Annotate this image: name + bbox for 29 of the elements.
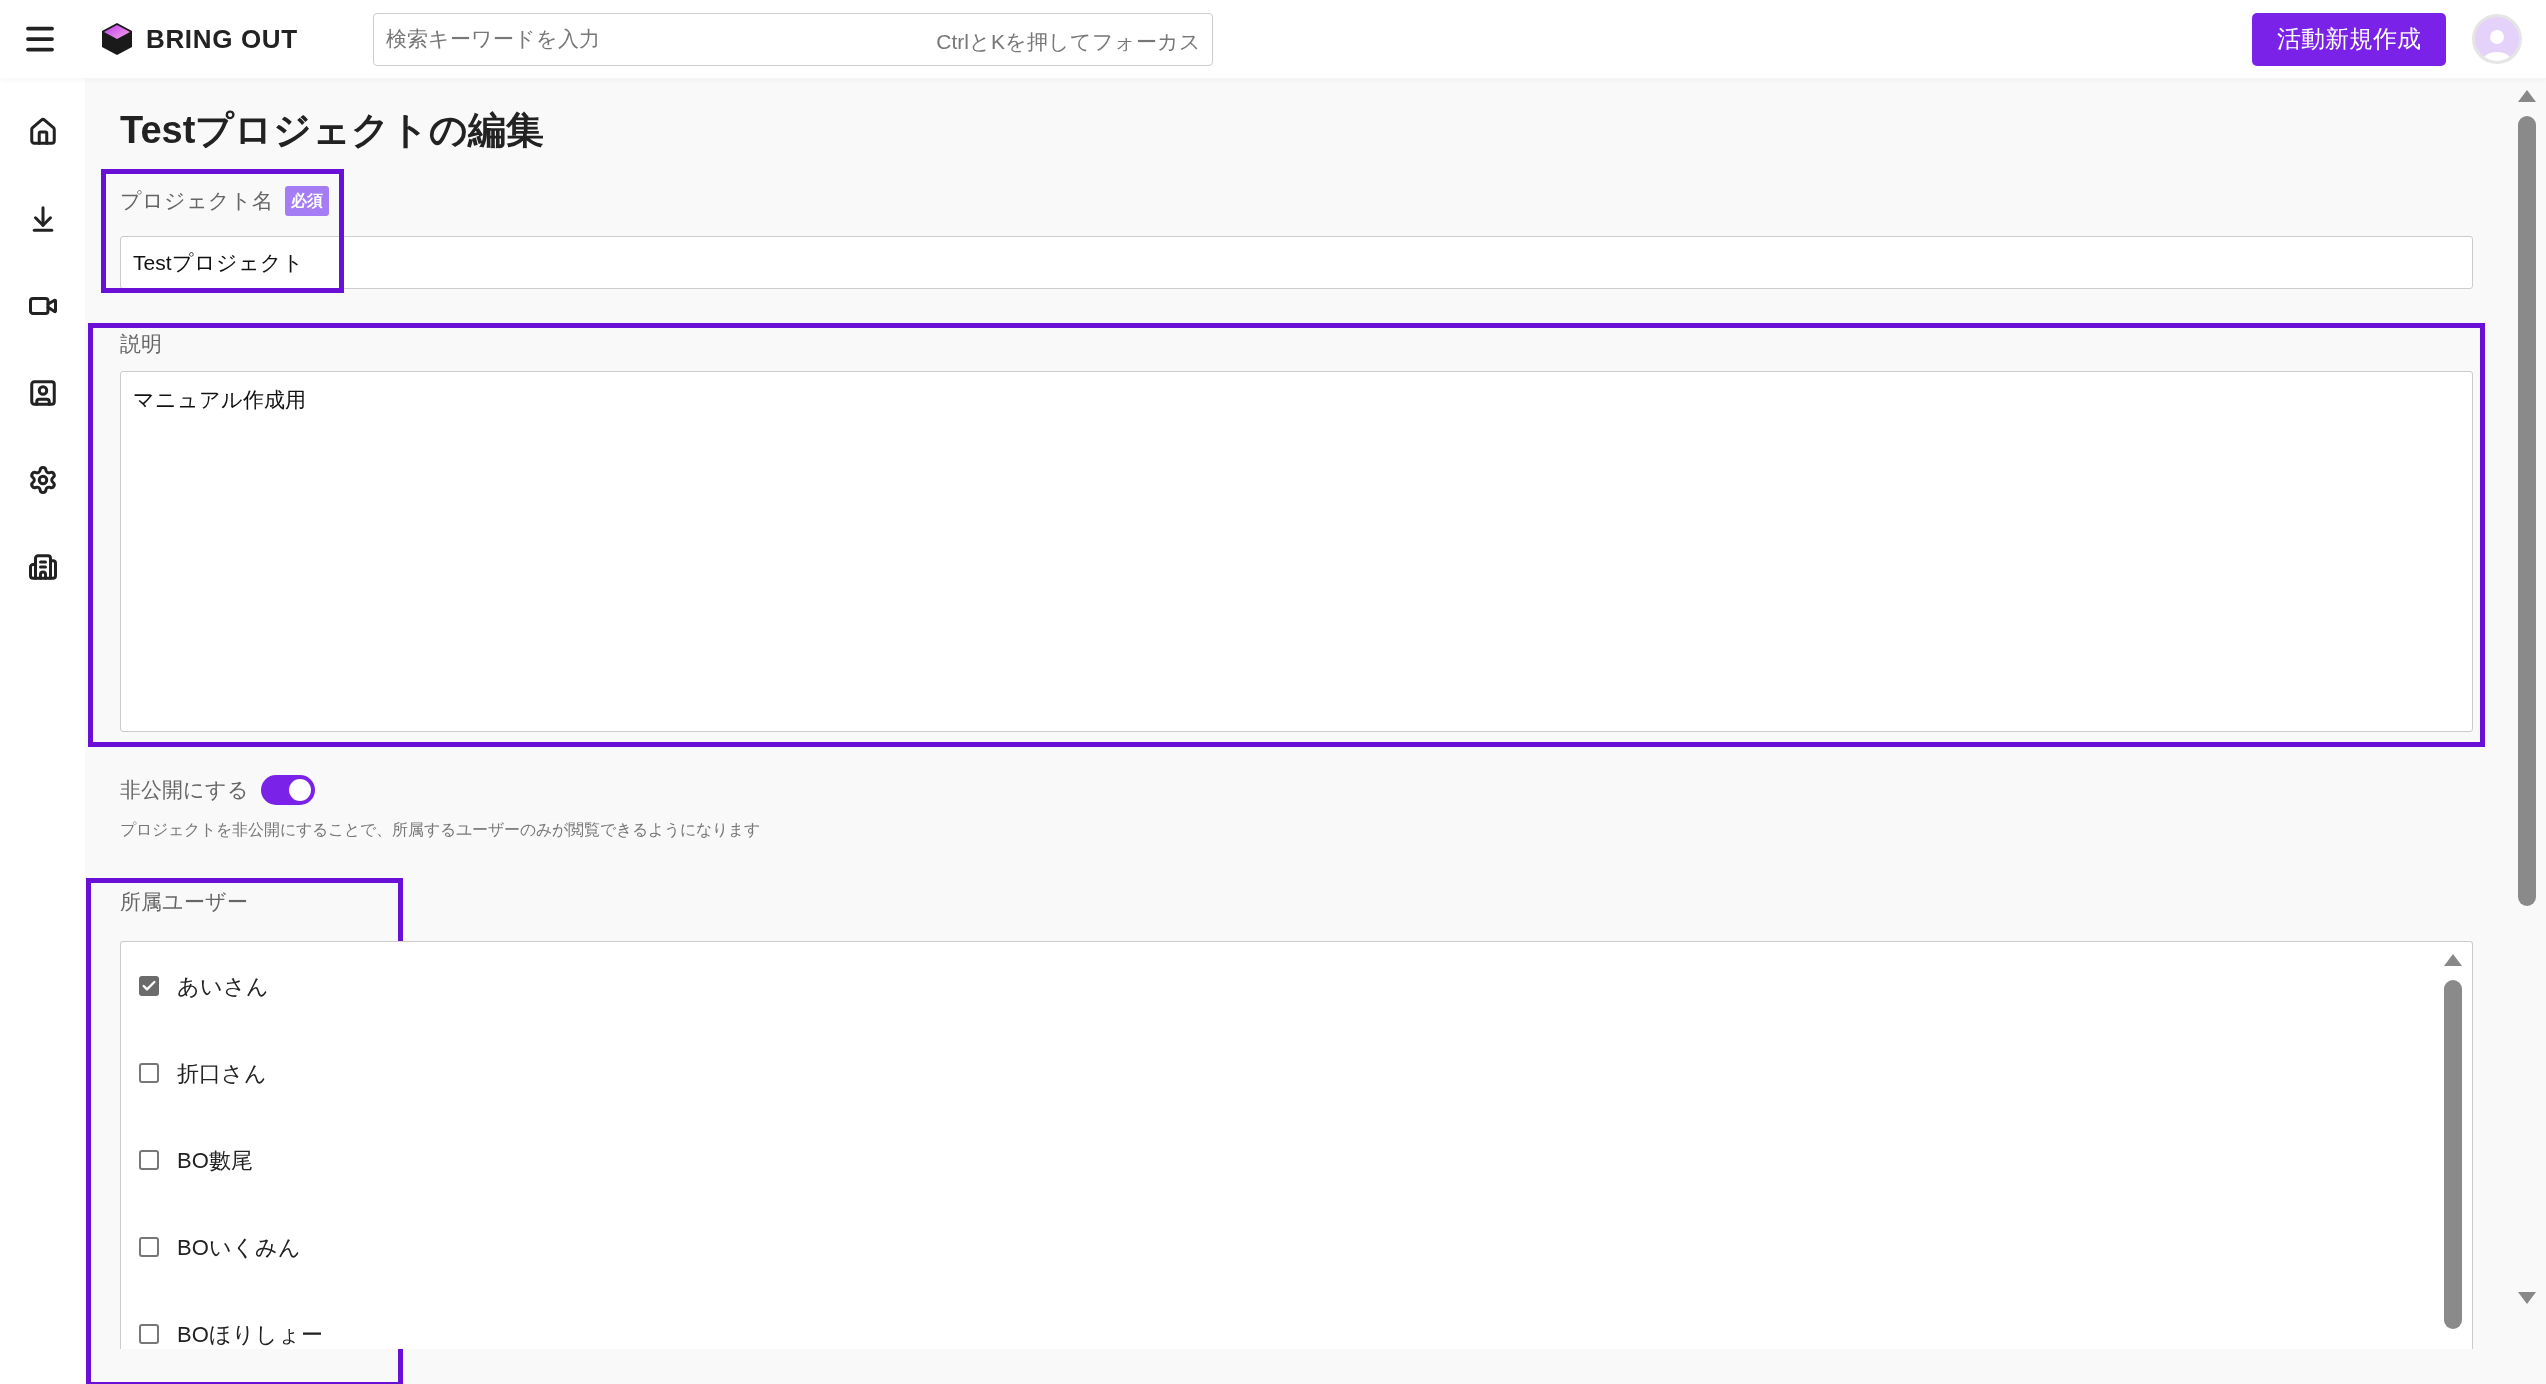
user-checkbox-row[interactable]: BOいくみん (139, 1232, 301, 1262)
shortcut-hint: CtrlとKを押してフォーカス (936, 28, 1201, 55)
page-title: Testプロジェクトの編集 (120, 108, 546, 153)
user-checkbox-row[interactable]: あいさん (139, 971, 269, 1001)
private-toggle[interactable] (261, 774, 315, 805)
checkbox[interactable] (139, 1063, 159, 1083)
logo-icon (100, 22, 134, 56)
settings-icon[interactable] (27, 465, 58, 495)
create-activity-button[interactable]: 活動新規作成 (2252, 12, 2446, 66)
page-scrollbar[interactable] (2516, 90, 2538, 1304)
checkbox[interactable] (139, 1150, 159, 1170)
help-text: プロジェクトを非公開にすることで、所属するユーザーのみが閲覧できるようになります (120, 819, 761, 840)
checkbox[interactable] (139, 1237, 159, 1257)
toggle-label: 非公開にする (120, 777, 249, 803)
field-label: 所属ユーザー (120, 888, 249, 912)
field-label: プロジェクト名 (120, 188, 273, 215)
project-name-input[interactable]: Testプロジェクト (120, 236, 2473, 289)
building-icon[interactable] (27, 552, 58, 582)
required-badge: 必須 (285, 186, 329, 216)
field-label: 説明 (120, 331, 163, 354)
checkbox[interactable] (139, 1324, 159, 1344)
user-checkbox-row[interactable]: BOほりしょー (139, 1319, 323, 1349)
user-card-icon[interactable] (27, 378, 58, 408)
home-icon[interactable] (27, 117, 58, 147)
checkbox[interactable] (139, 976, 159, 996)
description-textarea[interactable]: マニュアル作成用 (120, 371, 2473, 732)
brand-name: BRING OUT (146, 22, 298, 56)
user-checkbox-row[interactable]: 折口さん (139, 1058, 267, 1088)
user-checkbox-row[interactable]: BO數尾 (139, 1145, 253, 1175)
